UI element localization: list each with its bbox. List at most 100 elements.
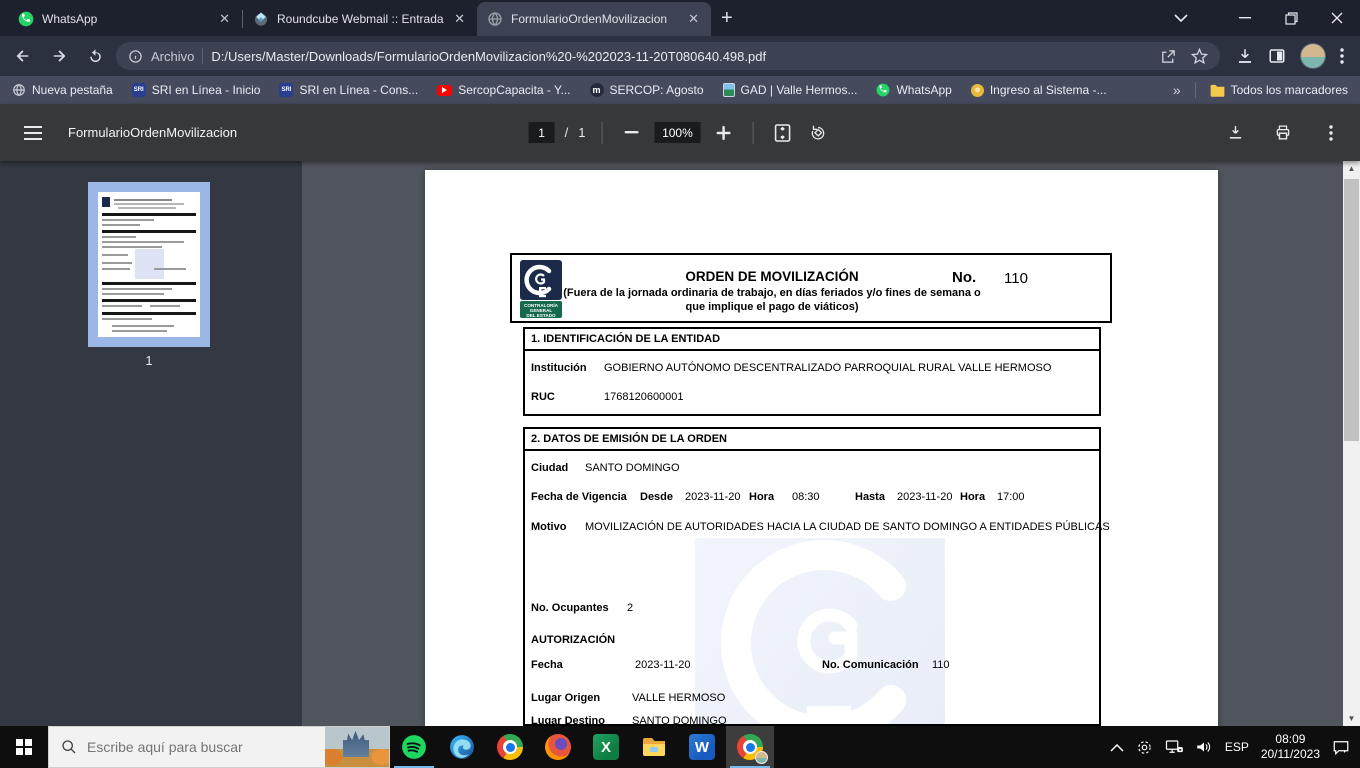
scroll-down-icon[interactable]: ▼ (1343, 711, 1360, 726)
info-icon[interactable] (128, 49, 143, 64)
profile-badge-avatar (755, 751, 768, 764)
taskbar-search-box[interactable] (48, 726, 390, 768)
hora-desde-label: Hora (749, 491, 774, 503)
downloads-icon[interactable] (1236, 47, 1254, 65)
ecuador-emblem-icon (971, 84, 984, 97)
tab-formulario-active[interactable]: FormularioOrdenMovilizacion ✕ (477, 2, 711, 36)
bookmark-sri-inicio[interactable]: SRI SRI en Línea - Inicio (132, 83, 261, 97)
pdf-more-options-icon[interactable] (1318, 120, 1344, 146)
form-no-value: 110 (1004, 270, 1028, 287)
spotify-icon (401, 734, 427, 760)
form-section-identificacion: 1. IDENTIFICACIÓN DE LA ENTIDAD Instituc… (523, 327, 1101, 416)
reload-button[interactable] (80, 41, 110, 71)
close-tab-icon[interactable]: ✕ (217, 11, 232, 27)
tray-expand-icon[interactable] (1110, 743, 1124, 752)
snip-tool-icon[interactable] (1136, 739, 1153, 756)
forward-button[interactable] (44, 41, 74, 71)
profile-avatar[interactable] (1300, 43, 1326, 69)
form-no-label: No. (952, 269, 976, 286)
taskbar-app-firefox[interactable] (534, 726, 582, 768)
tab-roundcube[interactable]: Roundcube Webmail :: Entrada ✕ (243, 2, 477, 36)
rotate-icon[interactable] (805, 120, 831, 146)
fit-page-icon[interactable] (769, 120, 795, 146)
zoom-in-button[interactable] (710, 120, 736, 146)
tab-title: Roundcube Webmail :: Entrada (277, 12, 444, 26)
address-bar[interactable]: Archivo D:/Users/Master/Downloads/Formul… (116, 42, 1220, 70)
pdf-menu-icon[interactable] (20, 120, 46, 146)
motivo-value: MOVILIZACIÓN DE AUTORIDADES HACIA LA CIU… (585, 521, 1110, 533)
gad-emblem-icon (723, 83, 735, 97)
close-tab-icon[interactable]: ✕ (452, 11, 467, 27)
scroll-up-icon[interactable]: ▲ (1343, 161, 1360, 176)
minimize-button[interactable] (1222, 0, 1268, 36)
search-highlight-image[interactable] (325, 727, 389, 767)
bookmark-sercopcapacita[interactable]: SercopCapacita - Y... (437, 83, 570, 97)
thumbnail-page-number: 1 (88, 353, 210, 368)
bookmarks-overflow-button[interactable]: » (1173, 82, 1181, 98)
taskbar-app-word[interactable]: W (678, 726, 726, 768)
pdf-scrollbar[interactable]: ▲ ▼ (1343, 161, 1360, 726)
close-window-button[interactable] (1314, 0, 1360, 36)
restore-button[interactable] (1268, 0, 1314, 36)
zoom-out-button[interactable] (618, 120, 644, 146)
youtube-icon (437, 85, 452, 96)
motivo-label: Motivo (531, 521, 566, 533)
destino-label: Lugar Destino (531, 715, 605, 726)
close-tab-icon[interactable]: ✕ (686, 11, 701, 27)
tray-clock[interactable]: 08:09 20/11/2023 (1261, 732, 1320, 762)
section2-header: 2. DATOS DE EMISIÓN DE LA ORDEN (525, 429, 1099, 451)
back-button[interactable] (8, 41, 38, 71)
pdf-thumbnail-sidebar: 1 (0, 161, 302, 726)
ciudad-value: SANTO DOMINGO (585, 462, 680, 474)
form-header-box: CONTRALORÍA GENERAL DEL ESTADO ORDEN DE … (510, 253, 1112, 323)
form-subtitle: (Fuera de la jornada ordinaria de trabaj… (552, 286, 992, 314)
omnibox-divider (202, 48, 203, 64)
pdf-print-icon[interactable] (1270, 120, 1296, 146)
taskbar-app-file-explorer[interactable] (630, 726, 678, 768)
autorizacion-title: AUTORIZACIÓN (531, 634, 615, 646)
scrollbar-thumb[interactable] (1344, 179, 1359, 441)
side-panel-icon[interactable] (1268, 47, 1286, 65)
share-icon[interactable] (1160, 48, 1177, 65)
desde-value: 2023-11-20 (685, 491, 740, 503)
system-tray: ESP 08:09 20/11/2023 (1110, 726, 1360, 768)
tab-search-icon[interactable] (1158, 0, 1204, 36)
taskbar-app-chrome-active[interactable] (726, 726, 774, 768)
browser-toolbar: Archivo D:/Users/Master/Downloads/Formul… (0, 36, 1360, 76)
roundcube-icon (253, 11, 269, 27)
taskbar-app-excel[interactable]: X (582, 726, 630, 768)
bookmark-nueva-pestana[interactable]: Nueva pestaña (12, 83, 113, 97)
zoom-level-value[interactable]: 100% (654, 122, 700, 143)
network-icon[interactable] (1165, 739, 1183, 755)
page-number-input[interactable] (529, 122, 555, 143)
url-text[interactable]: D:/Users/Master/Downloads/FormularioOrde… (211, 49, 1152, 64)
volume-icon[interactable] (1195, 739, 1213, 755)
page-thumbnail-selected[interactable] (88, 182, 210, 347)
thumbnail-page-preview (98, 192, 200, 337)
all-bookmarks-button[interactable]: Todos los marcadores (1210, 83, 1348, 97)
action-center-icon[interactable] (1332, 739, 1350, 755)
bookmark-sri-consultas[interactable]: SRI SRI en Línea - Cons... (279, 83, 418, 97)
search-input[interactable] (87, 739, 287, 755)
bookmark-sercop-agosto[interactable]: m SERCOP: Agosto (590, 83, 704, 97)
globe-icon (487, 11, 503, 27)
vigencia-label: Fecha de Vigencia (531, 491, 627, 503)
fecha-value: 2023-11-20 (635, 659, 690, 671)
bookmark-ingreso-sistema[interactable]: Ingreso al Sistema -... (971, 83, 1107, 97)
pdf-download-icon[interactable] (1222, 120, 1248, 146)
page-separator: / (565, 125, 569, 140)
bookmark-whatsapp[interactable]: WhatsApp (876, 83, 951, 97)
bookmark-gad-valle-hermoso[interactable]: GAD | Valle Hermos... (723, 83, 858, 97)
menu-kebab-icon[interactable] (1340, 48, 1344, 64)
taskbar-app-spotify[interactable] (390, 726, 438, 768)
windows-logo-icon (16, 739, 32, 755)
taskbar-app-chrome[interactable] (486, 726, 534, 768)
taskbar-app-edge[interactable] (438, 726, 486, 768)
bookmark-star-icon[interactable] (1191, 48, 1208, 65)
start-button[interactable] (0, 726, 48, 768)
language-indicator[interactable]: ESP (1225, 740, 1249, 754)
section1-header: 1. IDENTIFICACIÓN DE LA ENTIDAD (525, 329, 1099, 351)
tab-strip: WhatsApp ✕ Roundcube Webmail :: Entrada … (0, 0, 733, 36)
new-tab-button[interactable]: + (721, 7, 733, 30)
tab-whatsapp[interactable]: WhatsApp ✕ (8, 2, 242, 36)
